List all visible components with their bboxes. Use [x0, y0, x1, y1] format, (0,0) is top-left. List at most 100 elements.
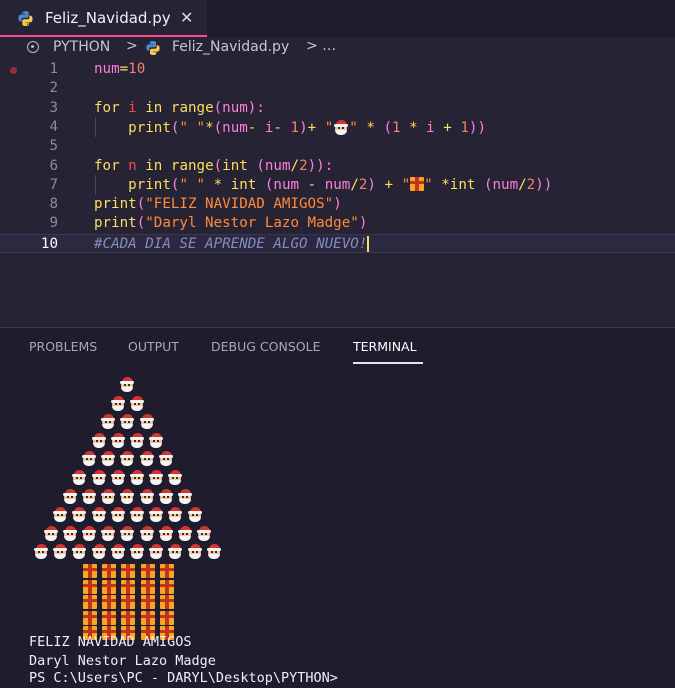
- santa-emoji: [100, 450, 116, 467]
- token: num: [273, 176, 300, 193]
- gift-emoji: [140, 595, 155, 610]
- code-line[interactable]: 6 for n in range(int (num/2)):: [0, 157, 675, 176]
- breadcrumb-folder[interactable]: PYTHON: [53, 39, 110, 55]
- gift-emoji: [121, 579, 136, 594]
- token: num: [94, 61, 120, 77]
- gift-emoji: [102, 579, 117, 594]
- santa-emoji: [139, 450, 155, 467]
- tab-output[interactable]: OUTPUT: [128, 339, 179, 354]
- santa-emoji: [52, 506, 68, 523]
- code-line[interactable]: 9 print("Daryl Nestor Lazo Madge"): [0, 214, 675, 233]
- santa-emoji: [158, 525, 174, 541]
- tab-problems[interactable]: PROBLEMS: [29, 339, 97, 354]
- token: int: [230, 176, 257, 193]
- code-line[interactable]: 2: [0, 79, 675, 98]
- code-line[interactable]: 5: [0, 137, 675, 156]
- santa-emoji: [71, 506, 87, 523]
- token: +: [384, 176, 394, 193]
- gift-emoji: [159, 564, 174, 578]
- breadcrumb-file[interactable]: Feliz_Navidad.py: [172, 39, 289, 55]
- gift-emoji: [102, 595, 117, 610]
- token: -: [247, 119, 257, 136]
- gift-emoji: [121, 595, 136, 610]
- breadcrumb-separator: >: [126, 38, 138, 54]
- editor-tab[interactable]: Feliz_Navidad.py ✕: [0, 0, 207, 37]
- token: num: [222, 99, 248, 116]
- token: print: [128, 176, 171, 193]
- santa-emoji: [91, 543, 107, 560]
- token: range: [170, 99, 214, 116]
- token: (: [483, 176, 493, 193]
- code-line[interactable]: 3 for i in range(num):: [0, 99, 675, 118]
- santa-emoji: [206, 543, 222, 560]
- token: (: [213, 157, 223, 174]
- santa-emoji: [119, 413, 135, 430]
- line-number: 4: [49, 118, 58, 135]
- santa-emoji: [129, 543, 145, 560]
- active-tab-indicator: [353, 362, 423, 364]
- santa-emoji: [110, 395, 126, 411]
- santa-emoji: [158, 488, 174, 504]
- token: num: [492, 176, 519, 193]
- code-line-current[interactable]: 10 #CADA DIA SE APRENDE ALGO NUEVO!: [0, 233, 675, 253]
- tab-terminal[interactable]: TERMINAL: [353, 339, 417, 354]
- gift-emoji: [140, 564, 155, 578]
- close-icon[interactable]: ✕: [180, 8, 193, 27]
- santa-emoji: [71, 469, 87, 485]
- code-line[interactable]: 8 print("FELIZ NAVIDAD AMIGOS"): [0, 195, 675, 214]
- tab-debug-console[interactable]: DEBUG CONSOLE: [211, 339, 320, 354]
- santa-emoji: [129, 432, 145, 448]
- token: (: [213, 99, 223, 116]
- code-line[interactable]: 4 print(" "*(num- i- 1)+ " " * (1 * i + 1…: [0, 118, 675, 137]
- code-line[interactable]: 7 print(" " * int (num - num/2) + " " *in…: [0, 176, 675, 195]
- santa-emoji: [177, 488, 193, 504]
- token: num: [222, 119, 248, 136]
- terminal-output-line: FELIZ NAVIDAD AMIGOS: [29, 634, 192, 650]
- santa-emoji: [91, 506, 107, 523]
- token: *: [205, 119, 214, 136]
- line-number: 2: [49, 80, 58, 97]
- line-number: 7: [49, 176, 58, 193]
- token: num: [264, 157, 291, 174]
- token: (: [213, 119, 223, 136]
- code-line[interactable]: 1 num=10: [0, 60, 675, 79]
- token: " ": [179, 176, 206, 193]
- gift-emoji: [140, 610, 155, 625]
- gift-emoji: [121, 610, 136, 625]
- token: -: [307, 176, 317, 193]
- line-number: 6: [49, 157, 58, 174]
- token: (: [136, 196, 146, 213]
- santa-emoji: [52, 543, 68, 560]
- breadcrumb-more[interactable]: > …: [306, 38, 336, 54]
- gift-emoji: [83, 595, 97, 610]
- token: -: [273, 119, 282, 136]
- token: for: [94, 157, 120, 174]
- santa-emoji: [110, 469, 126, 485]
- line-number: 3: [49, 99, 58, 116]
- santa-emoji: [177, 525, 193, 541]
- santa-emoji: [81, 488, 97, 504]
- token: 1: [460, 119, 469, 136]
- token: "FELIZ NAVIDAD AMIGOS": [145, 196, 334, 213]
- breakpoint-dot[interactable]: [10, 67, 17, 74]
- token: n: [128, 157, 137, 174]
- token: ): [367, 176, 376, 193]
- code-editor[interactable]: 1 num=10 2 3 for i in range(num): 4 prin…: [0, 59, 675, 327]
- token: " ": [179, 119, 206, 136]
- santa-emoji: [119, 525, 135, 541]
- token: for: [94, 99, 120, 116]
- santa-emoji: [187, 543, 203, 560]
- santa-emoji: [129, 395, 145, 411]
- python-icon: [18, 11, 33, 26]
- token: i: [128, 99, 137, 116]
- terminal-prompt[interactable]: PS C:\Users\PC - DARYL\Desktop\PYTHON>: [29, 670, 338, 686]
- token: 1: [391, 119, 401, 136]
- token: print: [94, 215, 137, 232]
- token: ": [424, 176, 433, 193]
- santa-emoji: [167, 506, 183, 523]
- token: print: [94, 196, 137, 213]
- token: print: [128, 119, 171, 136]
- gift-emoji: [140, 579, 155, 594]
- line-number: 9: [49, 215, 58, 232]
- santa-emoji: [91, 469, 107, 485]
